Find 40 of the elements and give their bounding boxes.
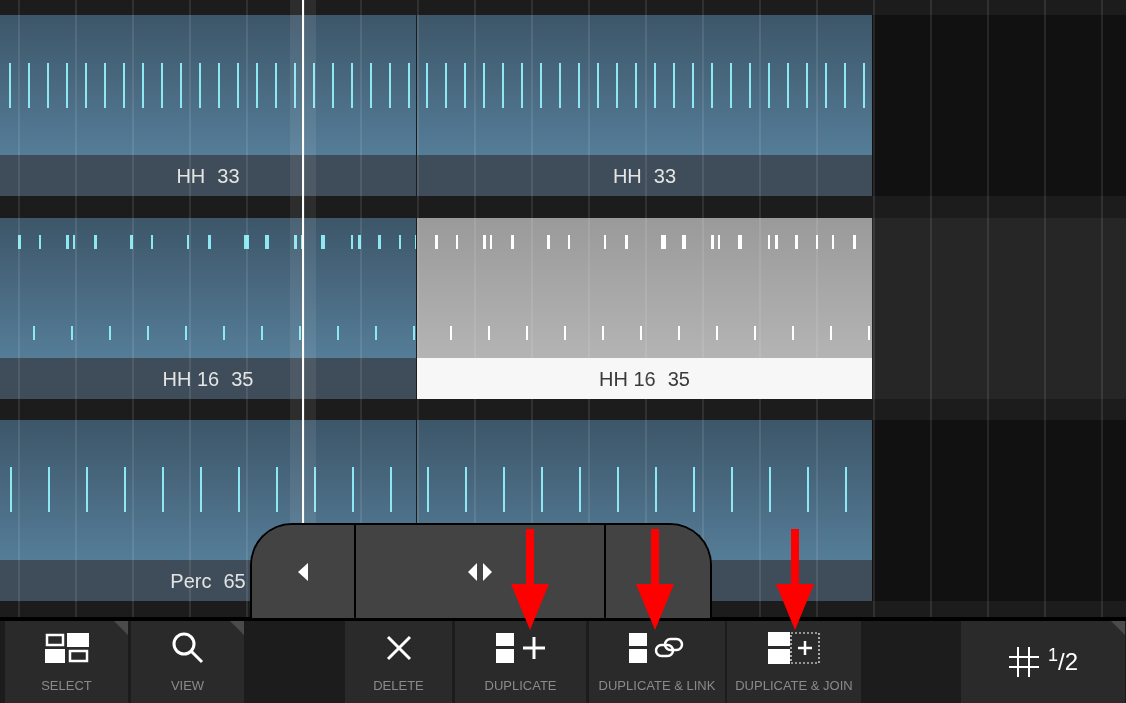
grid-icon: [1008, 646, 1040, 678]
clip[interactable]: HH 33: [0, 15, 416, 196]
clip[interactable]: HH 16 35: [417, 218, 872, 399]
move-left-button[interactable]: [252, 525, 356, 618]
toolbar-button[interactable]: DELETE: [345, 621, 452, 703]
clip-count: 33: [217, 163, 240, 189]
button-label: VIEW: [170, 677, 205, 696]
clip[interactable]: HH 33: [417, 15, 872, 196]
left-triangle-icon: [298, 562, 308, 581]
clip[interactable]: HH 16 35: [0, 218, 416, 399]
button-label: SELECT: [41, 677, 92, 696]
clip-count: 35: [231, 366, 254, 392]
search-icon: [170, 631, 205, 666]
clip-count: 35: [667, 366, 690, 392]
button-label: DELETE: [373, 677, 424, 696]
toolbar-button[interactable]: SELECT: [5, 621, 128, 703]
clip-name: HH 16: [599, 366, 656, 392]
clip-name: Perc: [170, 568, 212, 594]
duplicate-icon: [495, 633, 546, 664]
clip-name: HH 16: [162, 366, 220, 392]
duplicate-link-icon: [629, 633, 685, 664]
clip-count: 33: [653, 163, 677, 189]
button-label: DUPLICATE: [484, 677, 557, 696]
toolbar-button[interactable]: DUPLICATE: [455, 621, 586, 703]
clip-name: HH: [176, 163, 206, 189]
clip-count: 65: [223, 568, 246, 594]
duplicate-join-icon: [768, 632, 820, 665]
corner-mark-icon: [230, 621, 244, 635]
grid-division: $^{1}$/2: [1048, 644, 1078, 677]
toolbar-button[interactable]: DUPLICATE & LINK: [589, 621, 725, 703]
close-icon: [385, 635, 412, 662]
button-label: DUPLICATE & LINK: [598, 677, 716, 696]
corner-mark-icon: [1111, 621, 1125, 635]
toolbar-button[interactable]: VIEW: [131, 621, 244, 703]
clip-name: HH: [612, 163, 642, 189]
button-label: DUPLICATE & JOIN: [735, 677, 853, 696]
grid-button[interactable]: $^{1}$/2: [961, 621, 1125, 703]
toolbar-button[interactable]: DUPLICATE & JOIN: [727, 621, 861, 703]
corner-mark-icon: [114, 621, 128, 635]
layout-icon: [44, 633, 89, 664]
